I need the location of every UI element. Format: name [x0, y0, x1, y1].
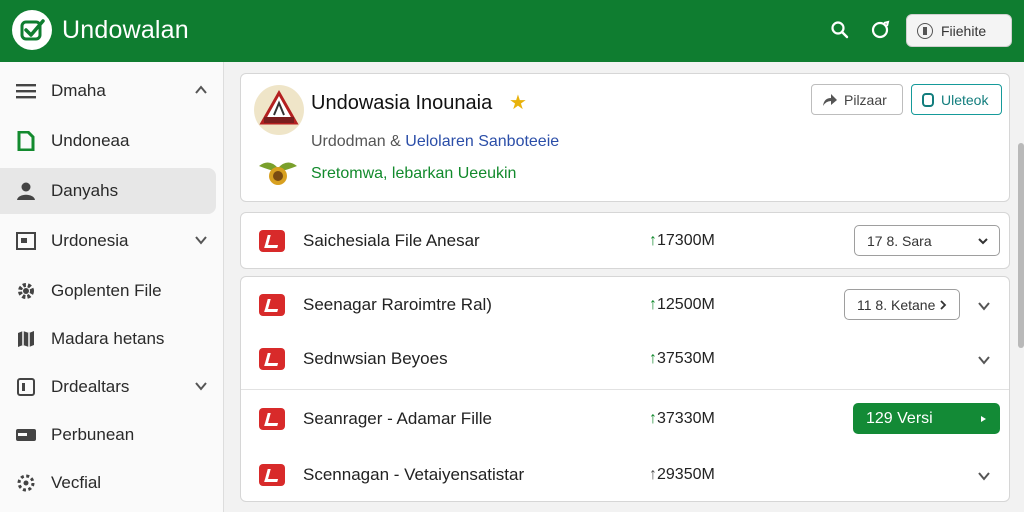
sidebar-item-label: Danyahs — [51, 181, 119, 200]
sidebar-item-label: Madara hetans — [51, 329, 165, 348]
map-icon — [14, 327, 38, 351]
chevron-up-icon[interactable] — [194, 83, 208, 97]
version-select-value: 129 Versi — [866, 409, 933, 427]
sidebar-item-dmaha[interactable]: Dmaha — [0, 68, 216, 114]
file-icon — [259, 230, 285, 252]
app-title: Undowalan — [62, 15, 189, 44]
brand[interactable]: Undowalan — [12, 10, 189, 50]
file-size-value: 29350M — [657, 466, 715, 483]
version-select-active[interactable]: 129 Versi — [853, 403, 1000, 434]
sidebar: Dmaha Undoneaa Danyahs Urdonesia Goplent… — [0, 62, 224, 512]
chevron-down-icon[interactable] — [977, 299, 991, 313]
profile-subtitle-prefix: Urdodman & — [311, 133, 406, 150]
divider — [241, 389, 1009, 390]
app-header: Undowalan Fiiehite — [0, 0, 1024, 62]
chevron-down-icon[interactable] — [977, 469, 991, 483]
profile-card: Undowasia Inounaia ★ Urdodman & Uelolare… — [240, 73, 1010, 202]
user-icon — [14, 179, 38, 203]
file-name: Sednwsian Beyoes — [303, 349, 448, 368]
file-row[interactable]: Sednwsian Beyoes ↑37530M — [241, 331, 1009, 387]
square-icon — [14, 375, 38, 399]
sidebar-item-perbunean[interactable]: Perbunean — [0, 412, 216, 458]
action-button[interactable]: Uleteok — [911, 84, 1002, 115]
file-row[interactable]: Seanrager - Adamar Fille ↑37330M 129 Ver… — [241, 391, 1009, 447]
sidebar-item-label: Goplenten File — [51, 281, 162, 300]
file-icon — [259, 294, 285, 316]
file-size: ↑17300M — [649, 232, 715, 249]
profile-subtitle: Urdodman & Uelolaren Sanboteeie — [311, 133, 559, 151]
chevron-down-icon[interactable] — [977, 353, 991, 367]
file-card-single: Saichesiala File Anesar ↑17300M 17 8. Sa… — [240, 212, 1010, 269]
file-size-value: 37330M — [657, 410, 715, 427]
version-select-value: 11 8. Ketane — [857, 296, 936, 313]
sidebar-item-label: Drdealtars — [51, 377, 130, 396]
star-icon[interactable]: ★ — [509, 90, 527, 115]
file-size: ↑29350M — [649, 466, 715, 483]
file-icon — [259, 408, 285, 430]
chevron-right-icon — [940, 300, 947, 310]
profile-title: Undowasia Inounaia — [311, 92, 493, 114]
profile-meta: Sretomwa, lebarkan Ueeukin — [311, 165, 517, 182]
file-row[interactable]: Scennagan - Vetaiyensatistar ↑29350M — [241, 447, 1009, 503]
chevron-down-icon[interactable] — [194, 233, 208, 247]
share-icon — [823, 93, 837, 106]
file-icon — [259, 348, 285, 370]
chevron-down-icon — [978, 238, 988, 245]
file-card-list: Seenagar Raroimtre Ral) ↑12500M 11 8. Ke… — [240, 276, 1010, 502]
sidebar-item-urdonesia[interactable]: Urdonesia — [0, 218, 216, 264]
version-select[interactable]: 17 8. Sara — [854, 225, 1000, 256]
file-row[interactable]: Seenagar Raroimtre Ral) ↑12500M 11 8. Ke… — [241, 277, 1009, 333]
version-select-value: 17 8. Sara — [867, 232, 932, 249]
file-size: ↑12500M — [649, 296, 715, 313]
file-size-value: 37530M — [657, 350, 715, 367]
file-name: Seanrager - Adamar Fille — [303, 409, 492, 428]
file-name: Saichesiala File Anesar — [303, 231, 480, 250]
profile-subtitle-link[interactable]: Uelolaren Sanboteeie — [405, 133, 559, 150]
file-size-value: 12500M — [657, 296, 715, 313]
sidebar-item-vecfial[interactable]: Vecfial — [0, 460, 216, 506]
sidebar-item-undoneaa[interactable]: Undoneaa — [0, 118, 216, 164]
version-select[interactable]: 11 8. Ketane — [844, 289, 960, 320]
header-action-label: Fiiehite — [941, 22, 987, 39]
scrollbar-thumb[interactable] — [1018, 143, 1024, 348]
sidebar-item-drdealtars[interactable]: Drdealtars — [0, 364, 216, 410]
header-action-button[interactable]: Fiiehite — [906, 14, 1012, 47]
chat-icon[interactable] — [868, 18, 892, 42]
sidebar-item-madara-hetans[interactable]: Madara hetans — [0, 316, 216, 362]
file-size: ↑37330M — [649, 410, 715, 427]
sidebar-item-label: Perbunean — [51, 425, 135, 444]
settings-icon — [14, 471, 38, 495]
chevron-down-icon[interactable] — [194, 379, 208, 393]
action-button-label: Uleteok — [941, 91, 989, 108]
file-size: ↑37530M — [649, 350, 715, 367]
check-logo-icon — [12, 10, 52, 50]
window-icon — [14, 229, 38, 253]
search-icon[interactable] — [828, 18, 852, 42]
share-button-label: Pilzaar — [844, 91, 887, 108]
card-icon — [14, 423, 38, 447]
gear-icon — [14, 279, 38, 303]
sidebar-item-label: Undoneaa — [51, 131, 130, 150]
share-button[interactable]: Pilzaar — [811, 84, 903, 115]
file-row[interactable]: Saichesiala File Anesar ↑17300M 17 8. Sa… — [241, 213, 1009, 269]
sidebar-item-label: Vecfial — [51, 473, 102, 492]
avatar — [254, 85, 304, 135]
circle-icon — [917, 22, 933, 39]
file-size-value: 17300M — [657, 232, 715, 249]
sidebar-item-danyahs[interactable]: Danyahs — [0, 168, 216, 214]
bird-emblem-icon — [257, 156, 299, 190]
sidebar-item-label: Urdonesia — [51, 231, 129, 250]
file-icon — [259, 464, 285, 486]
menu-icon — [14, 79, 38, 103]
sidebar-item-goplenten-file[interactable]: Goplenten File — [0, 268, 216, 314]
sidebar-item-label: Dmaha — [51, 81, 106, 100]
file-name: Scennagan - Vetaiyensatistar — [303, 465, 525, 484]
caret-right-icon — [981, 416, 986, 422]
badge-icon — [922, 92, 934, 107]
file-name: Seenagar Raroimtre Ral) — [303, 295, 492, 314]
document-icon — [14, 129, 38, 153]
